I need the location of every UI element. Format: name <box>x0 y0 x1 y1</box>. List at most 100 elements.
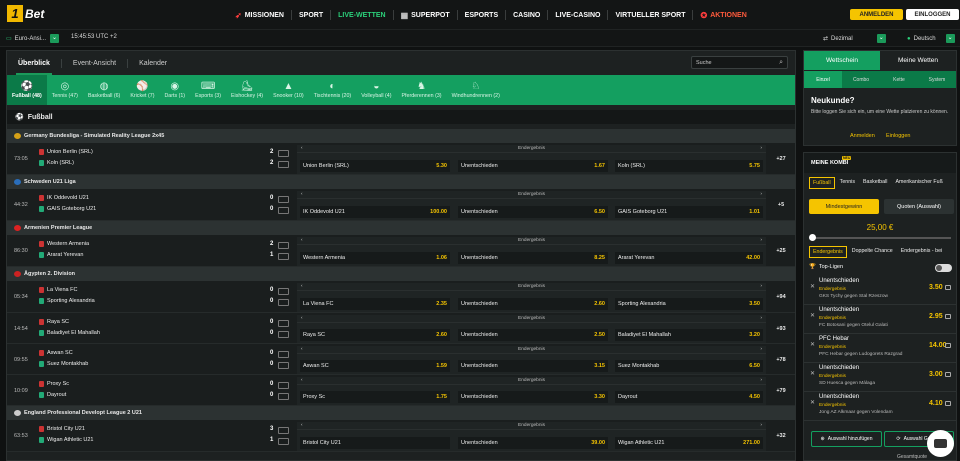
mode-min-win-button[interactable]: Mindestgewinn <box>809 199 879 214</box>
lock-icon[interactable] <box>945 401 951 406</box>
sport-tennis[interactable]: ◎ Tennis (47) <box>47 75 83 105</box>
stake-slider-handle[interactable] <box>809 234 816 241</box>
odds-button-draw[interactable]: Unentschieden 3.30 <box>458 391 608 403</box>
stats-icon[interactable] <box>278 150 289 157</box>
nav-superpot[interactable]: ▦ SUPERPOT <box>394 10 458 20</box>
stream-icon[interactable] <box>278 299 289 306</box>
stats-icon[interactable] <box>278 242 289 249</box>
market-tab-double-chance[interactable]: Doppelte Chance <box>849 246 896 258</box>
sport-darts[interactable]: ◉ Darts (1) <box>159 75 190 105</box>
betslip-login-link[interactable]: Einloggen <box>886 133 910 139</box>
sport-esports[interactable]: ⌨ Esports (3) <box>190 75 226 105</box>
remove-icon[interactable]: ✕ <box>810 341 815 348</box>
next-market-icon[interactable]: › <box>760 377 762 385</box>
combo-tab-basketball[interactable]: Basketball <box>860 177 890 189</box>
stake-slider-track[interactable] <box>811 237 951 239</box>
stream-icon[interactable] <box>278 330 289 338</box>
next-market-icon[interactable]: › <box>760 283 762 291</box>
next-market-icon[interactable]: › <box>760 422 762 430</box>
more-markets[interactable]: +93 <box>770 326 792 332</box>
tab-overview[interactable]: Überblick <box>7 58 62 75</box>
sport-table-tennis[interactable]: ◐ Tischtennis (20) <box>309 75 356 105</box>
next-market-icon[interactable]: › <box>760 145 762 153</box>
more-markets[interactable]: +79 <box>770 388 792 394</box>
tab-betslip[interactable]: Wettschein <box>804 51 880 70</box>
subtab-chain[interactable]: Kette <box>880 71 918 88</box>
stream-icon[interactable] <box>278 392 289 400</box>
search-input[interactable]: Suche ⌕ <box>691 56 788 69</box>
sport-soccer[interactable]: ⚽ Fußball (48) <box>7 75 47 105</box>
odds-button-away[interactable]: Dayrout 4.50 <box>615 391 763 403</box>
nav-aktionen[interactable]: ✪ AKTIONEN <box>693 10 753 20</box>
nav-live-wetten[interactable]: LIVE-WETTEN <box>331 10 394 20</box>
league-header[interactable]: Ägypten 2. Division <box>7 267 795 281</box>
combo-tab-american-football[interactable]: Amerikanischer Fuß <box>892 177 945 189</box>
odds-button-draw[interactable]: Unentschieden 39.00 <box>458 437 608 449</box>
stream-icon[interactable] <box>278 253 289 260</box>
remove-icon[interactable]: ✕ <box>810 283 815 290</box>
next-market-icon[interactable]: › <box>760 191 762 199</box>
more-markets[interactable]: +27 <box>770 156 792 162</box>
top-leagues-toggle[interactable] <box>935 264 952 272</box>
next-market-icon[interactable]: › <box>760 237 762 245</box>
login-button[interactable]: EINLOGGEN <box>906 9 959 20</box>
odds-button-away[interactable]: Wigan Athletic U21 271.00 <box>615 437 763 449</box>
tab-calendar[interactable]: Kalender <box>128 59 178 68</box>
register-button[interactable]: ANMELDEN <box>850 9 903 20</box>
odds-button-home[interactable]: IK Oddevold U21 100.00 <box>300 206 450 218</box>
more-markets[interactable]: +25 <box>770 248 792 254</box>
add-selection-button[interactable]: ⊕ Auswahl hinzufügen <box>811 431 882 447</box>
prev-market-icon[interactable]: ‹ <box>301 346 303 354</box>
odds-button-home[interactable]: Proxy Sc 1.75 <box>300 391 450 403</box>
prev-market-icon[interactable]: ‹ <box>301 315 303 323</box>
odds-button-draw[interactable]: Unentschieden 8.25 <box>458 252 608 264</box>
stream-icon[interactable] <box>278 161 289 168</box>
odds-button-away[interactable]: Koln (SRL) 5.75 <box>615 160 763 172</box>
stream-icon[interactable] <box>278 438 289 445</box>
combo-tab-soccer[interactable]: Fußball <box>809 177 835 189</box>
odds-button-home[interactable]: Bristol City U21 <box>300 437 450 449</box>
remove-icon[interactable]: ✕ <box>810 312 815 319</box>
1bet-logo[interactable]: 1 Bet <box>7 5 49 22</box>
subtab-combo[interactable]: Combo <box>842 71 880 88</box>
league-header[interactable]: Germany Bundesliga - Simulated Reality L… <box>7 129 795 143</box>
stream-icon[interactable] <box>278 207 289 214</box>
mode-odds-button[interactable]: Quoten (Auswahl) <box>884 199 954 214</box>
lock-icon[interactable] <box>945 285 951 290</box>
stats-icon[interactable] <box>278 381 289 389</box>
league-header[interactable]: Schweden U21 Liga <box>7 175 795 189</box>
stats-icon[interactable] <box>278 196 289 203</box>
nav-sport[interactable]: SPORT <box>292 10 332 20</box>
odds-button-draw[interactable]: Unentschieden 3.15 <box>458 360 608 372</box>
odds-button-away[interactable]: Suez Montakhab 6.50 <box>615 360 763 372</box>
remove-icon[interactable]: ✕ <box>810 399 815 406</box>
odds-button-away[interactable]: Baladiyet El Mahallah 3.20 <box>615 329 763 341</box>
subtab-single[interactable]: Einzel <box>804 71 842 88</box>
odds-button-draw[interactable]: Unentschieden 2.60 <box>458 298 608 310</box>
prev-market-icon[interactable]: ‹ <box>301 422 303 430</box>
stats-icon[interactable] <box>278 427 289 434</box>
sport-cricket[interactable]: ⚾ Kricket (7) <box>125 75 159 105</box>
nav-esports[interactable]: ESPORTS <box>458 10 507 20</box>
market-tab-result[interactable]: Endergebnis <box>809 246 847 258</box>
remove-icon[interactable]: ✕ <box>810 370 815 377</box>
league-header[interactable]: England Professional Developt League 2 U… <box>7 406 795 420</box>
language-select[interactable]: ● Deutsch ⌄ <box>907 34 955 43</box>
odds-button-away[interactable]: Sporting Alexandria 3.50 <box>615 298 763 310</box>
stream-icon[interactable] <box>278 361 289 369</box>
prev-market-icon[interactable]: ‹ <box>301 191 303 199</box>
odds-format-select[interactable]: ⇄ Dezimal ⌄ <box>823 34 886 43</box>
nav-casino[interactable]: CASINO <box>506 10 549 20</box>
prev-market-icon[interactable]: ‹ <box>301 283 303 291</box>
league-header[interactable]: Armenien Premier League <box>7 221 795 235</box>
odds-button-draw[interactable]: Unentschieden 6.50 <box>458 206 608 218</box>
more-markets[interactable]: +78 <box>770 357 792 363</box>
sport-horse-racing[interactable]: ♞ Pferderennen (3) <box>397 75 447 105</box>
sport-snooker[interactable]: ▲ Snooker (10) <box>268 75 309 105</box>
odds-region-select[interactable]: ▭ Euro-Ansi... ⌄ <box>6 34 60 43</box>
tab-event-view[interactable]: Event-Ansicht <box>62 58 129 68</box>
more-markets[interactable]: +94 <box>770 294 792 300</box>
odds-button-away[interactable]: GAIS Goteborg U21 1.01 <box>615 206 763 218</box>
odds-button-home[interactable]: Western Armenia 1.06 <box>300 252 450 264</box>
more-markets[interactable]: +32 <box>770 433 792 439</box>
